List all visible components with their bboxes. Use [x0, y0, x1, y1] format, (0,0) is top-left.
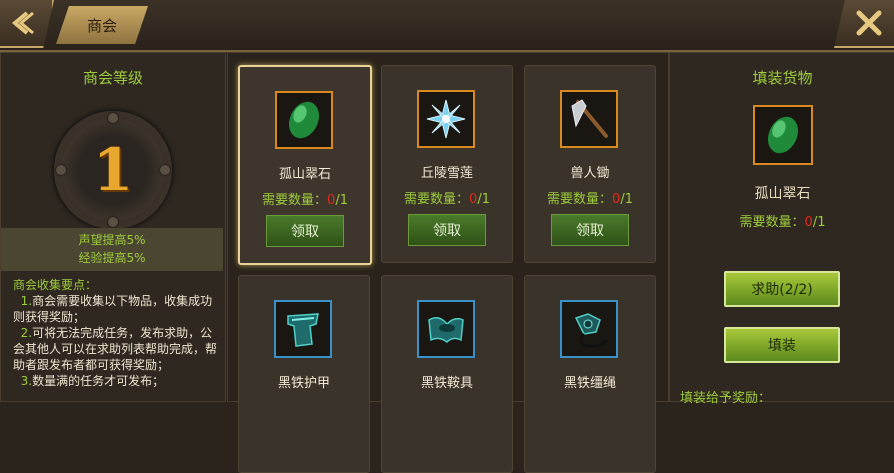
note-item: 2.可将无法完成任务，发布求助，公会其他人可以在求助列表帮助完成，帮助者跟发布者…	[13, 326, 218, 372]
item-card[interactable]: 丘陵雪莲 需要数量：0/1 领取	[381, 65, 513, 263]
item-name: 黑铁缰绳	[563, 376, 616, 391]
item-requirement: 需要数量：0/1	[262, 193, 348, 208]
green-stone-icon	[288, 101, 320, 139]
item-card[interactable]: 孤山翠石 需要数量：0/1 领取	[238, 65, 372, 265]
level-emblem: 1	[54, 111, 172, 229]
item-icon-frame	[417, 90, 475, 148]
collection-notes: 商会收集要点： 1.商会需要收集以下物品，收集成功则获得奖励； 2.可将无法完成…	[13, 277, 219, 389]
note-item: 3.数量满的任务才可发布；	[20, 374, 165, 388]
item-icon-frame	[417, 300, 475, 358]
item-card[interactable]: 黑铁缰绳	[524, 275, 656, 473]
bonus-reputation: 声望提高5%	[78, 233, 146, 247]
fill-cargo-title: 填装货物	[752, 69, 813, 87]
claim-button[interactable]: 领取	[551, 214, 629, 246]
item-name: 兽人锄	[570, 166, 610, 181]
close-icon	[856, 10, 882, 36]
iron-reins-icon	[574, 313, 608, 348]
item-name: 黑铁鞍具	[420, 376, 473, 391]
item-card[interactable]: 兽人锄 需要数量：0/1 领取	[524, 65, 656, 263]
fill-cargo-panel: 填装货物 孤山翠石 需要数量：0/1 求助(2/2) 填装 填装给予奖励：	[669, 52, 894, 406]
item-name: 丘陵雪莲	[420, 166, 473, 181]
claim-button[interactable]: 领取	[266, 215, 344, 247]
guild-level-panel: 商会等级 1 声望提高5% 经验提高5% 商会收集要点： 1.商会需要收集以下物…	[0, 52, 226, 402]
back-button[interactable]	[0, 0, 54, 48]
notes-title: 商会收集要点：	[13, 278, 98, 292]
item-name: 黑铁护甲	[277, 376, 330, 391]
page-title-tab: 商会	[56, 6, 148, 44]
back-arrow-icon	[11, 11, 34, 35]
item-card[interactable]: 黑铁护甲	[238, 275, 370, 473]
item-icon-frame	[560, 300, 618, 358]
claim-button[interactable]: 领取	[408, 214, 486, 246]
hoe-icon	[571, 99, 608, 138]
item-requirement: 需要数量：0/1	[547, 192, 633, 207]
snow-lotus-icon	[426, 99, 466, 139]
selected-item-requirement: 需要数量：0/1	[739, 215, 826, 230]
top-bar: 商会	[0, 0, 894, 52]
item-card[interactable]: 黑铁鞍具	[381, 275, 513, 473]
bonus-experience: 经验提高5%	[78, 251, 146, 265]
item-name: 孤山翠石	[278, 167, 331, 182]
selected-item-icon-frame	[753, 105, 813, 165]
item-requirement: 需要数量：0/1	[404, 192, 490, 207]
selected-item-name: 孤山翠石	[754, 186, 811, 202]
level-bonus: 声望提高5% 经验提高5%	[1, 228, 223, 271]
close-button[interactable]	[834, 0, 894, 48]
item-icon-frame	[274, 300, 332, 358]
iron-armor-icon	[287, 313, 319, 347]
item-icon-frame	[275, 91, 333, 149]
help-button[interactable]: 求助(2/2)	[724, 271, 840, 307]
guild-level-title: 商会等级	[82, 69, 143, 87]
level-number: 1	[92, 136, 134, 204]
fill-button[interactable]: 填装	[724, 327, 840, 363]
note-item: 1.商会需要收集以下物品，收集成功则获得奖励；	[13, 294, 213, 324]
iron-saddle-icon	[428, 317, 464, 343]
item-icon-frame	[560, 90, 618, 148]
fill-reward-title: 填装给予奖励：	[680, 391, 772, 406]
item-grid: 孤山翠石 需要数量：0/1 领取 丘陵雪莲 需要数量：0/1 领取 兽人锄 需要…	[227, 52, 669, 473]
green-stone-icon	[767, 116, 799, 154]
page-title: 商会	[86, 16, 117, 35]
